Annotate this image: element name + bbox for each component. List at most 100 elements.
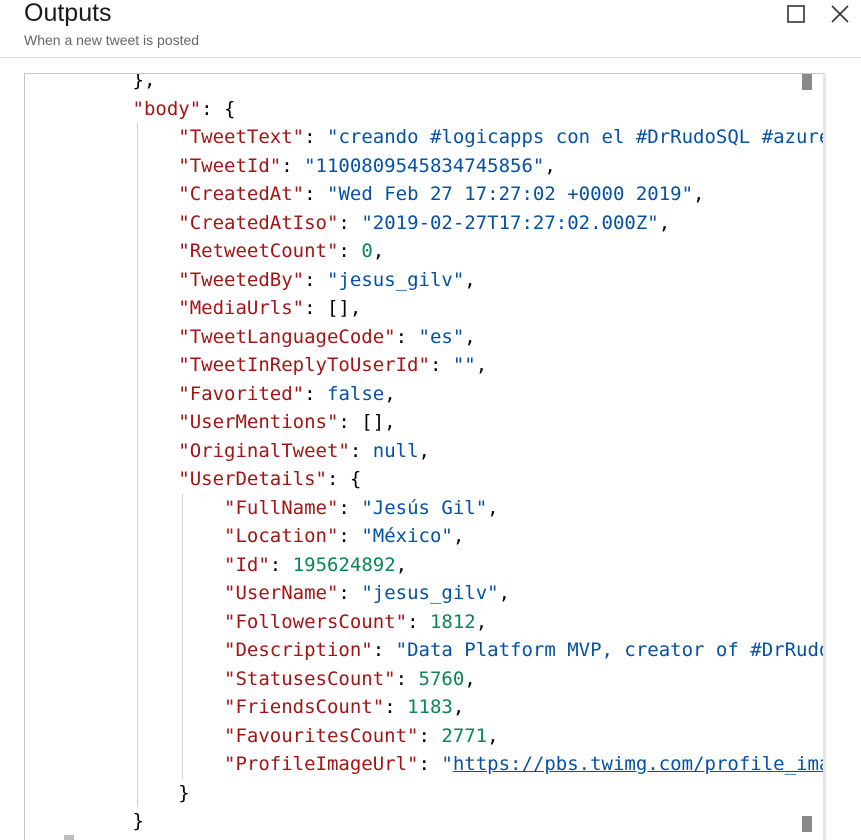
json-key: "MediaUrls" — [178, 297, 305, 319]
json-key: "OriginalTweet" — [178, 439, 350, 462]
square-maximize-icon — [787, 5, 805, 23]
json-punctuation: , — [395, 553, 408, 576]
json-key: "CreatedAtIso" — [178, 211, 339, 234]
json-punctuation: : — [429, 354, 453, 376]
indent-guide — [136, 208, 138, 237]
code-line: "Id": 195624892, — [25, 550, 824, 579]
json-punctuation: , — [658, 211, 671, 234]
json-key: "FavouritesCount" — [224, 724, 419, 747]
json-key: "ProfileImageUrl" — [224, 753, 419, 775]
json-number-value: 5760 — [418, 667, 465, 690]
json-punctuation: : — [407, 610, 430, 633]
json-key: "UserName" — [224, 582, 339, 604]
indent-guide — [136, 151, 138, 180]
json-punctuation: , — [498, 582, 511, 604]
json-string-value: "1100809545834745856" — [304, 154, 545, 177]
json-number-value: 0 — [361, 240, 373, 262]
close-button[interactable] — [827, 2, 853, 28]
code-line: "CreatedAt": "Wed Feb 27 17:27:02 +0000 … — [25, 180, 824, 209]
json-string-value: "Data Platform MVP, creator of #DrRudoS — [395, 639, 824, 661]
json-string-value: "Jesús Gil" — [361, 496, 488, 519]
json-punctuation: , — [384, 382, 396, 405]
code-line: "TweetLanguageCode": "es", — [25, 322, 824, 351]
json-string-value: "México" — [361, 525, 453, 547]
vertical-scrollbar[interactable] — [823, 73, 826, 840]
indent-guide — [136, 493, 138, 522]
json-key: "TweetLanguageCode" — [178, 325, 396, 348]
json-punctuation: , — [418, 439, 430, 462]
json-punctuation: , — [464, 268, 476, 291]
json-punctuation: : — [349, 439, 373, 462]
code-line: "OriginalTweet": null, — [25, 436, 824, 465]
resize-corner — [64, 835, 74, 840]
json-punctuation: , — [452, 525, 465, 547]
outputs-panel: Outputs When a new tweet is posted }, "bo… — [0, 0, 861, 840]
code-line: "FavouritesCount": 2771, — [25, 721, 824, 750]
json-punctuation: : — [395, 667, 419, 690]
json-string-value: "jesus_gilv" — [327, 268, 465, 291]
json-punctuation: : — [418, 724, 442, 747]
json-punctuation: : — [338, 211, 362, 234]
json-punctuation: : — [395, 325, 419, 348]
indent-guide — [182, 693, 184, 722]
json-punctuation: : — [304, 268, 327, 291]
json-output-viewer[interactable]: }, "body" : { "TweetText": "creando #logica… — [24, 73, 824, 840]
indent-guide — [136, 294, 138, 323]
json-string-value: "es" — [418, 325, 465, 348]
indent-guide — [182, 636, 184, 665]
json-punctuation: : [], — [338, 411, 396, 433]
json-punctuation: , — [475, 610, 488, 633]
json-punctuation: : — [338, 240, 362, 262]
json-key: "body" — [132, 97, 202, 120]
code-line: "FriendsCount": 1183, — [25, 693, 824, 722]
json-punctuation: : — [304, 126, 327, 148]
json-punctuation: : — [269, 553, 293, 576]
json-key: "StatusesCount" — [224, 667, 396, 690]
json-punctuation: , — [372, 240, 385, 262]
json-punctuation: , — [452, 696, 465, 718]
json-punctuation: : { — [326, 468, 362, 490]
json-key: "UserMentions" — [178, 411, 339, 433]
panel-title: Outputs — [24, 0, 112, 27]
indent-guide — [136, 180, 138, 209]
indent-guide — [136, 778, 138, 807]
json-number-value: 1183 — [407, 696, 453, 718]
json-key: "FollowersCount" — [224, 610, 408, 633]
indent-guide — [136, 351, 138, 380]
indent-guide — [136, 664, 138, 693]
code-line: "FollowersCount": 1812, — [25, 607, 824, 636]
indent-guide — [182, 664, 184, 693]
scrollbar-thumb-top[interactable] — [802, 74, 812, 90]
json-punctuation: : — [418, 753, 442, 775]
json-punctuation: } — [132, 810, 144, 832]
code-line: "ProfileImageUrl": "https://pbs.twimg.co… — [25, 750, 824, 779]
json-punctuation: , — [464, 667, 476, 690]
indent-guide — [136, 408, 138, 437]
code-line: "TweetedBy": "jesus_gilv", — [25, 265, 824, 294]
indent-guide — [136, 636, 138, 665]
json-punctuation: : — [338, 582, 362, 604]
code-line: } — [25, 807, 824, 836]
json-keyword-value: null — [372, 439, 419, 462]
json-punctuation: : — [304, 382, 327, 405]
indent-guide — [136, 750, 138, 779]
json-key: "CreatedAt" — [178, 183, 305, 205]
code-line: "UserDetails": { — [25, 465, 824, 494]
scrollbar-thumb-bottom[interactable] — [802, 816, 812, 832]
json-url-link[interactable]: https://pbs.twimg.com/profile_imag — [453, 753, 824, 775]
json-code: }, "body" : { "TweetText": "creando #logica… — [25, 74, 824, 836]
json-punctuation: , — [475, 354, 488, 376]
code-line: "TweetId": "1100809545834745856", — [25, 151, 824, 180]
indent-guide — [136, 379, 138, 408]
json-punctuation: , — [544, 154, 556, 177]
indent-guide — [136, 522, 138, 551]
code-line: "TweetText": "creando #logicapps con el … — [25, 123, 824, 152]
json-string-value: "Wed Feb 27 17:27:02 +0000 2019" — [327, 183, 694, 205]
indent-guide — [136, 237, 138, 266]
json-punctuation: , — [487, 724, 499, 747]
json-number-value: 195624892 — [292, 553, 396, 576]
code-line: "Description": "Data Platform MVP, creat… — [25, 636, 824, 665]
maximize-button[interactable] — [783, 2, 809, 28]
indent-guide — [136, 265, 138, 294]
json-key: "FriendsCount" — [224, 696, 385, 718]
